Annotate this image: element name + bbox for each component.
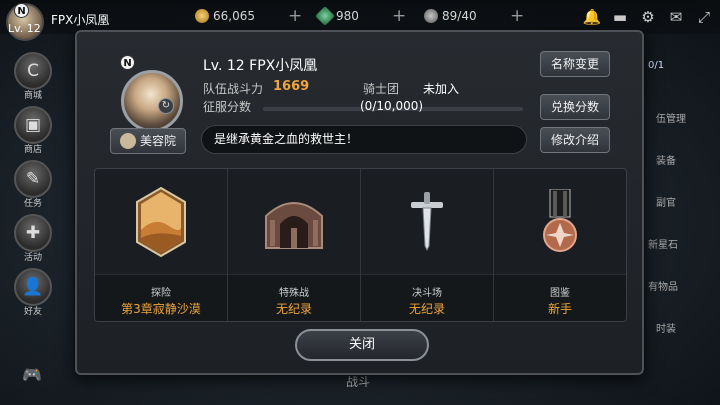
card-exploration[interactable]: 探险 第3章寂静沙漠 xyxy=(95,169,228,321)
profile-title: Lv. 12 FPX小凤凰 xyxy=(203,58,318,74)
bell-icon[interactable]: 🔔 xyxy=(582,8,602,26)
sidebar-item-quest[interactable]: 任务 xyxy=(8,196,58,209)
rename-button[interactable]: 名称变更 xyxy=(540,51,610,77)
card-codex[interactable]: 图鉴 新手 xyxy=(494,169,626,321)
gear-icon[interactable]: ⚙ xyxy=(638,8,658,26)
shop-c-icon[interactable]: C xyxy=(14,52,52,90)
right-label-equip[interactable]: 装备 xyxy=(656,152,676,167)
right-label-starstone[interactable]: 新星石 xyxy=(648,236,678,251)
add-gold-button[interactable]: + xyxy=(288,6,302,26)
sidebar-item-event[interactable]: 活动 xyxy=(8,250,58,263)
desert-icon xyxy=(136,186,186,257)
player-level: Lv. 12 xyxy=(8,22,41,35)
gold-value: 66,065 xyxy=(213,9,255,23)
mail-icon[interactable]: ✉ xyxy=(666,8,686,26)
battle-label[interactable]: 战斗 xyxy=(346,373,370,390)
exchange-points-button[interactable]: 兑换分数 xyxy=(540,94,610,120)
card-special-battle[interactable]: 特殊战 无纪录 xyxy=(228,169,361,321)
stamina-counter: 89/40 xyxy=(424,9,477,23)
profile-portrait[interactable] xyxy=(121,70,183,132)
chat-icon[interactable]: ▬ xyxy=(610,8,630,26)
power-label: 队伍战斗力 xyxy=(203,82,264,96)
gold-coin-icon xyxy=(195,9,209,23)
top-icons: 🔔 ▬ ⚙ ✉ ⤢ xyxy=(582,8,714,26)
edit-intro-button[interactable]: 修改介绍 xyxy=(540,127,610,153)
right-label-team[interactable]: 伍管理 xyxy=(656,110,686,125)
power-value: 1669 xyxy=(273,79,310,94)
card-value: 无纪录 xyxy=(408,302,445,316)
card-label: 探险 xyxy=(151,288,171,299)
card-value: 第3章寂静沙漠 xyxy=(121,302,201,316)
profile-motto: 是继承黄金之血的救世主！ xyxy=(201,125,527,154)
n-badge-icon: N xyxy=(14,3,29,18)
ruins-icon xyxy=(265,201,323,249)
card-value: 无纪录 xyxy=(275,302,312,316)
beauty-salon-button[interactable]: 美容院 xyxy=(110,128,186,154)
medal-icon xyxy=(543,188,577,252)
gem-value: 980 xyxy=(336,9,359,23)
sidebar-item-store[interactable]: 商店 xyxy=(8,142,58,155)
chest-icon[interactable]: ▣ xyxy=(14,106,52,144)
add-stamina-button[interactable]: + xyxy=(510,6,524,26)
right-counter: 0/1 xyxy=(648,60,665,71)
close-button[interactable]: 关闭 xyxy=(295,329,429,361)
sidebar-item-mall[interactable]: 商城 xyxy=(8,88,58,101)
record-cards: 探险 第3章寂静沙漠 特殊战 无纪录 决斗场 无纪录 图鉴 新手 xyxy=(94,168,627,322)
card-label: 图鉴 xyxy=(550,288,570,299)
card-value: 新手 xyxy=(547,302,572,316)
add-gem-button[interactable]: + xyxy=(392,6,406,26)
player-name: FPX小凤凰 xyxy=(51,13,110,27)
stamina-value: 89/40 xyxy=(442,9,477,23)
gift-icon[interactable]: ✚ xyxy=(14,214,52,252)
right-label-adjutant[interactable]: 副官 xyxy=(656,194,676,209)
right-label-items[interactable]: 有物品 xyxy=(648,278,678,293)
card-label: 决斗场 xyxy=(412,288,442,299)
card-arena[interactable]: 决斗场 无纪录 xyxy=(361,169,494,321)
profile-modal: N ↻ Lv. 12 FPX小凤凰 队伍战斗力 1669 骑士团 未加入 征服分… xyxy=(75,30,644,375)
right-label-costume[interactable]: 时装 xyxy=(656,320,676,335)
quest-icon[interactable]: ✎ xyxy=(14,160,52,198)
card-label: 特殊战 xyxy=(279,288,309,299)
expand-icon[interactable]: ⤢ xyxy=(694,8,714,26)
stamina-icon xyxy=(424,9,438,23)
sidebar-item-friends[interactable]: 好友 xyxy=(8,304,58,317)
guild-label: 骑士团 xyxy=(363,82,400,96)
gem-icon xyxy=(315,6,335,26)
guild-value: 未加入 xyxy=(423,82,460,96)
beauty-salon-icon xyxy=(119,133,136,149)
conquest-label: 征服分数 xyxy=(203,100,252,114)
gold-counter: 66,065 xyxy=(195,9,255,23)
gem-counter: 980 xyxy=(315,6,359,26)
sword-icon xyxy=(411,191,443,251)
add-friend-icon[interactable]: 👤 xyxy=(14,268,52,306)
beauty-salon-label: 美容院 xyxy=(139,134,176,148)
refresh-icon[interactable]: ↻ xyxy=(158,98,174,114)
gamepad-icon[interactable]: 🎮 xyxy=(22,365,42,384)
conquest-value: (0/10,000) xyxy=(360,99,424,113)
n-badge-icon: N xyxy=(120,55,135,70)
